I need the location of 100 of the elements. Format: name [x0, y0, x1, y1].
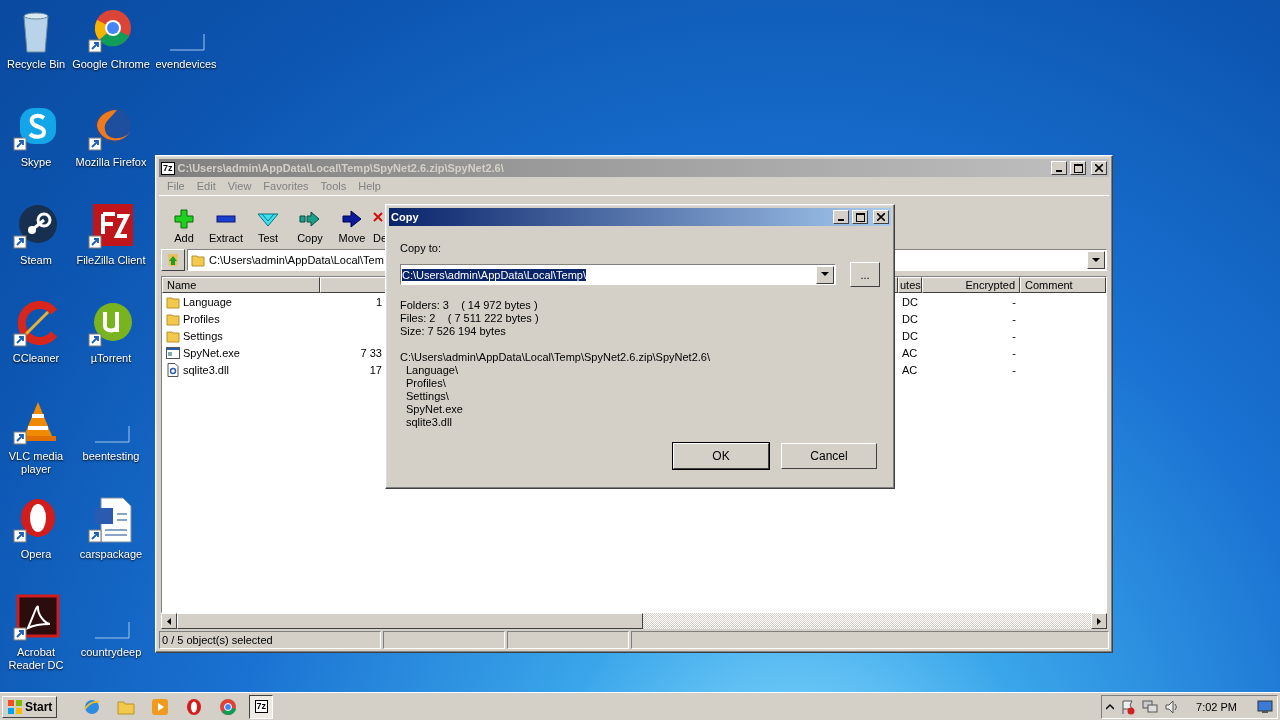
table-cell-text: AC: [901, 346, 919, 359]
column-header[interactable]: Encrypted: [922, 277, 1020, 293]
table-cell-text: DC: [901, 312, 919, 325]
table-cell-text: 17: [368, 363, 383, 376]
icon-label: beentesting: [82, 450, 140, 463]
toolbar-button[interactable]: Test: [247, 208, 289, 244]
folder-icon: [191, 253, 205, 267]
app-logo-icon: 7z: [161, 161, 175, 175]
item-name: sqlite3.dll: [405, 416, 453, 429]
item-name: SpyNet.exe: [405, 403, 464, 416]
table-cell-text: 1: [374, 295, 383, 308]
table-cell-text: -: [1011, 312, 1017, 325]
horizontal-scrollbar[interactable]: [161, 613, 1107, 629]
file-name: Settings: [183, 329, 223, 342]
column-header[interactable]: Name: [162, 277, 320, 293]
clock[interactable]: 7:02 PM: [1196, 700, 1237, 713]
chevron-up-icon[interactable]: [1106, 702, 1115, 711]
flag-icon: [7, 698, 23, 715]
icon-label: evendevices: [155, 58, 217, 71]
plus-icon: [173, 208, 195, 230]
maximize-button[interactable]: [1070, 161, 1086, 175]
column-header[interactable]: [320, 277, 386, 293]
minimize-button[interactable]: [1051, 161, 1067, 175]
close-button[interactable]: [873, 210, 889, 224]
taskbar-button[interactable]: 7z: [249, 694, 274, 719]
field-label: Copy to:: [400, 242, 442, 254]
play-icon: [151, 697, 170, 716]
dialog-button[interactable]: OK: [673, 443, 769, 469]
column-header[interactable]: Comment: [1020, 277, 1106, 293]
item-name: Settings\: [405, 390, 450, 403]
toolbar-button[interactable]: Move: [331, 208, 373, 244]
source-path: C:\Users\admin\AppData\Local\Temp\SpyNet2.6.zip\SpyNet2.6\: [400, 351, 711, 364]
dropdown-button[interactable]: [1087, 251, 1105, 269]
file-name: Profiles: [183, 312, 220, 325]
file-name: Language: [183, 295, 232, 308]
scroll-left-button[interactable]: [161, 613, 177, 629]
table-cell-text: -: [1011, 295, 1017, 308]
info-text: Files: 2 ( 7 511 222 bytes ): [400, 312, 540, 325]
scroll-right-button[interactable]: [1091, 613, 1107, 629]
table-cell-text: -: [1011, 329, 1017, 342]
disc-logo-icon[interactable]: [12, 202, 60, 250]
toolbar-button[interactable]: Extract: [205, 208, 247, 244]
arrow-icon: [299, 208, 321, 230]
icon-label: Skype: [20, 156, 52, 169]
toolbar-button[interactable]: Add: [163, 208, 205, 244]
item-name: Language\: [405, 364, 459, 377]
crescent-logo-icon[interactable]: [12, 300, 60, 348]
toolbar-button[interactable]: Copy: [289, 208, 331, 244]
arrow-icon: [341, 208, 363, 230]
info-text: Size: 7 526 194 bytes: [400, 325, 507, 338]
right-arrow-icon: [1097, 617, 1101, 625]
icon-label: VLC media player: [7, 450, 65, 476]
maximize-button[interactable]: [852, 210, 868, 224]
table-cell-text: -: [1011, 363, 1017, 376]
table-cell-text: DC: [901, 295, 919, 308]
browse-button[interactable]: ...: [850, 262, 880, 287]
flag-icon[interactable]: [1120, 698, 1137, 715]
close-button[interactable]: [1091, 161, 1107, 175]
cross-icon: [373, 212, 383, 222]
item-name: Profiles\: [405, 377, 447, 390]
close-icon: [877, 213, 885, 221]
info-text: Folders: 3 ( 14 972 bytes ): [400, 299, 539, 312]
dialog-button[interactable]: Cancel: [781, 443, 877, 469]
column-header[interactable]: utes: [898, 277, 922, 293]
table-cell-text: DC: [901, 329, 919, 342]
ring-logo-icon: [185, 697, 204, 716]
dropdown-button[interactable]: [816, 265, 834, 284]
left-arrow-icon: [167, 617, 171, 625]
window-title: C:\Users\admin\AppData\Local\Temp\SpyNet2.6.zip\SpyNet2.6\: [177, 162, 505, 174]
table-cell-text: AC: [901, 363, 919, 376]
folder-icon: [166, 311, 180, 326]
up-button[interactable]: [161, 249, 185, 271]
monitor-icon[interactable]: [1257, 699, 1273, 714]
network-icon[interactable]: [1142, 698, 1159, 715]
caret-icon: [1092, 257, 1100, 263]
gear-page-icon: [166, 362, 180, 377]
ring-logo-icon: [219, 697, 238, 716]
icon-label: carspackage: [79, 548, 143, 561]
icon-label: countrydeep: [80, 646, 142, 659]
app-logo-icon: 7z: [254, 700, 269, 713]
icon-label: Google Chrome: [72, 58, 150, 71]
status-text: 0 / 5 object(s) selected: [162, 634, 273, 646]
destination-field[interactable]: C:\Users\admin\AppData\Local\Temp\: [400, 264, 836, 285]
icon-label: Acrobat Reader DC: [7, 646, 65, 672]
document-icon[interactable]: [87, 496, 135, 544]
table-cell-text: -: [1011, 346, 1017, 359]
leaf-logo-icon[interactable]: [87, 300, 135, 348]
minimize-button[interactable]: [833, 210, 849, 224]
zigzag-logo-icon[interactable]: [87, 202, 135, 250]
dialog-title: Copy: [391, 211, 420, 223]
file-name: sqlite3.dll: [183, 363, 229, 376]
file-name: SpyNet.exe: [183, 346, 240, 359]
table-cell-text: 7 33: [359, 346, 383, 359]
close-icon: [1095, 164, 1103, 172]
globe-icon: [83, 697, 102, 716]
icon-label: Steam: [20, 254, 52, 267]
scroll-thumb[interactable]: [177, 613, 643, 629]
folder-icon: [166, 294, 180, 309]
up-arrow-icon: [165, 252, 181, 268]
start-button[interactable]: Start: [2, 695, 58, 718]
